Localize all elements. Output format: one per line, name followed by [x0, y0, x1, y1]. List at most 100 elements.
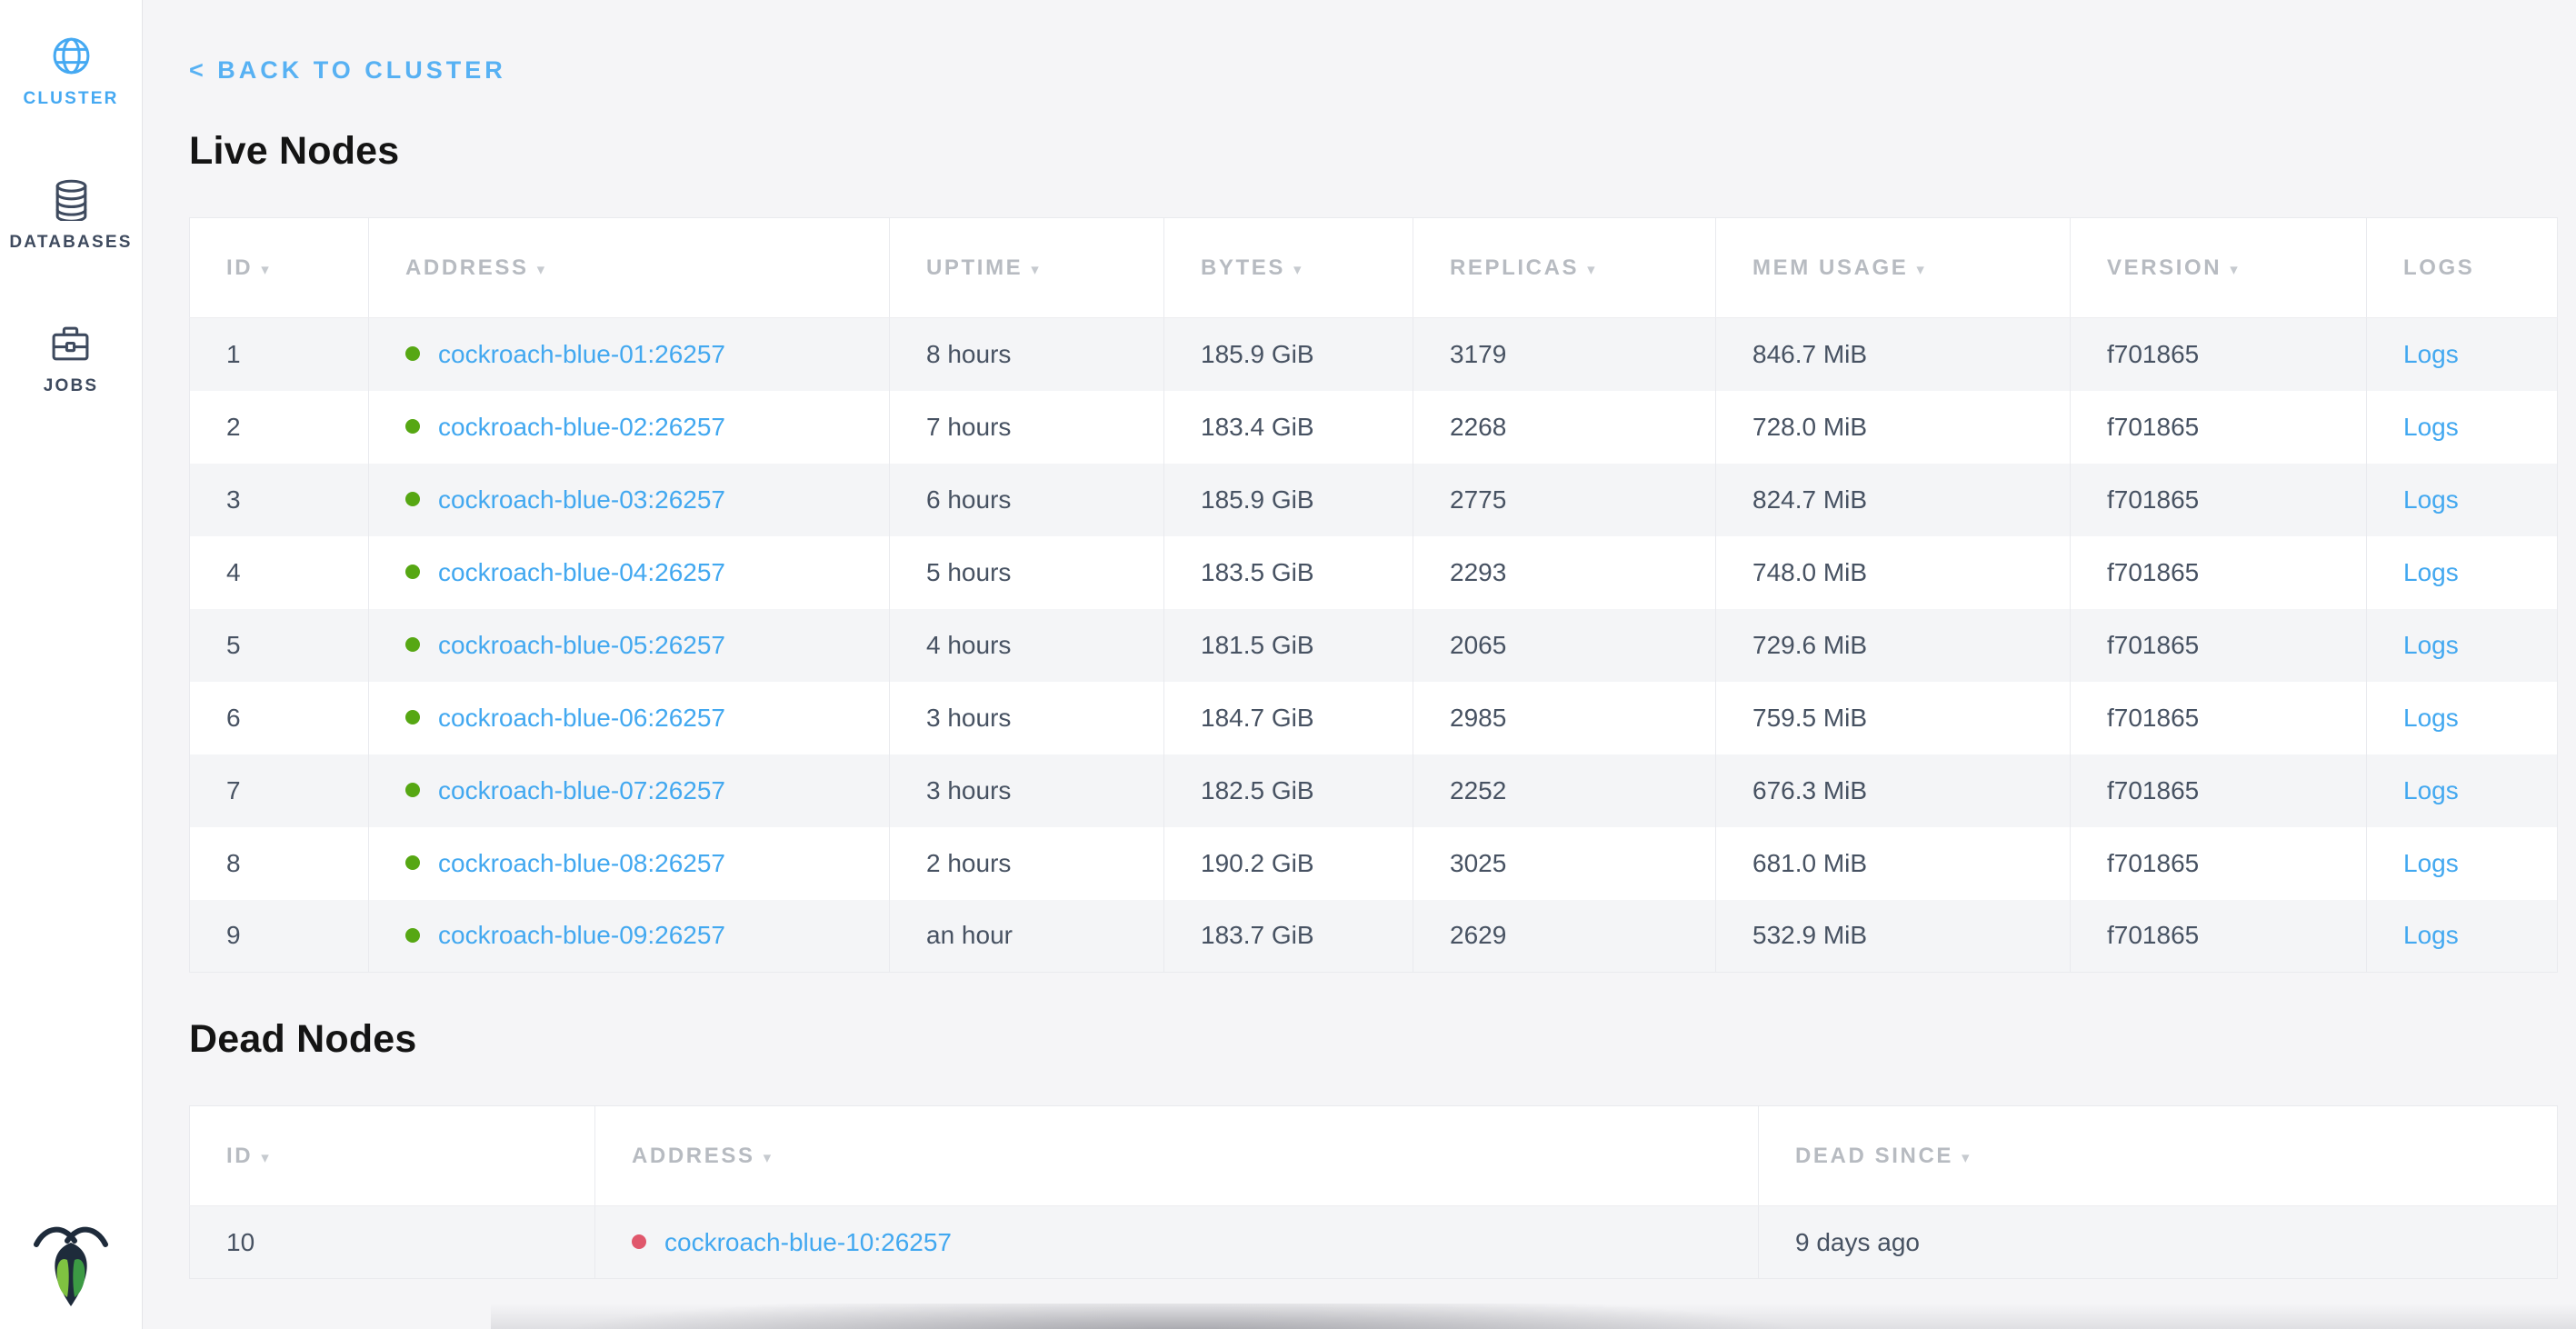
node-address-link[interactable]: cockroach-blue-09:26257 — [438, 921, 725, 949]
sidebar-item-databases[interactable]: DATABASES — [9, 178, 132, 253]
sidebar-item-jobs[interactable]: JOBS — [44, 322, 99, 396]
node-address-cell: cockroach-blue-09:26257 — [369, 900, 890, 973]
node-address-link[interactable]: cockroach-blue-02:26257 — [438, 413, 725, 441]
column-header-replicas[interactable]: REPLICAS▾ — [1413, 218, 1716, 318]
sort-arrow-icon: ▾ — [1962, 1149, 1972, 1166]
column-header-bytes[interactable]: BYTES▾ — [1164, 218, 1413, 318]
logs-link[interactable]: Logs — [2403, 485, 2459, 514]
page-bottom-shadow — [491, 1304, 2576, 1329]
dead-status-dot-icon — [632, 1234, 646, 1249]
live-node-row: 9 cockroach-blue-09:26257 an hour 183.7 … — [190, 900, 2558, 973]
column-label: VERSION — [2107, 255, 2222, 280]
dead-node-row: 10 cockroach-blue-10:26257 9 days ago — [190, 1206, 2558, 1279]
node-bytes-cell: 182.5 GiB — [1164, 754, 1413, 827]
node-replicas-cell: 2775 — [1413, 464, 1716, 536]
live-status-dot-icon — [405, 783, 420, 797]
live-status-dot-icon — [405, 565, 420, 579]
node-logs-cell: Logs — [2367, 391, 2558, 464]
sidebar-item-cluster[interactable]: CLUSTER — [23, 35, 118, 109]
node-id-cell: 3 — [190, 464, 369, 536]
node-version-cell: f701865 — [2071, 536, 2367, 609]
sidebar-item-label: JOBS — [44, 376, 99, 396]
logs-link[interactable]: Logs — [2403, 704, 2459, 732]
live-nodes-table: ID▾ ADDRESS▾ UPTIME▾ BYTES▾ REPLICAS▾ ME… — [189, 217, 2558, 973]
node-address-cell: cockroach-blue-02:26257 — [369, 391, 890, 464]
node-address-link[interactable]: cockroach-blue-08:26257 — [438, 849, 725, 877]
logs-link[interactable]: Logs — [2403, 340, 2459, 368]
node-uptime-cell: 7 hours — [890, 391, 1164, 464]
node-bytes-cell: 185.9 GiB — [1164, 318, 1413, 391]
sidebar-item-label: CLUSTER — [23, 89, 118, 109]
column-header-dead-since[interactable]: DEAD SINCE▾ — [1759, 1106, 2558, 1206]
column-header-version[interactable]: VERSION▾ — [2071, 218, 2367, 318]
live-nodes-title: Live Nodes — [189, 129, 2557, 174]
node-bytes-cell: 183.4 GiB — [1164, 391, 1413, 464]
node-id-cell: 5 — [190, 609, 369, 682]
node-mem-usage-cell: 681.0 MiB — [1716, 827, 2071, 900]
dead-nodes-table: ID▾ ADDRESS▾ DEAD SINCE▾ 10 cockroach-bl… — [189, 1105, 2558, 1279]
node-address-link[interactable]: cockroach-blue-06:26257 — [438, 704, 725, 732]
logs-link[interactable]: Logs — [2403, 849, 2459, 877]
node-mem-usage-cell: 846.7 MiB — [1716, 318, 2071, 391]
node-replicas-cell: 3025 — [1413, 827, 1716, 900]
node-replicas-cell: 2268 — [1413, 391, 1716, 464]
column-header-uptime[interactable]: UPTIME▾ — [890, 218, 1164, 318]
node-logs-cell: Logs — [2367, 609, 2558, 682]
main-content: < BACK TO CLUSTER Live Nodes ID▾ ADDRESS… — [189, 0, 2557, 1279]
node-uptime-cell: 6 hours — [890, 464, 1164, 536]
live-node-row: 8 cockroach-blue-08:26257 2 hours 190.2 … — [190, 827, 2558, 900]
node-logs-cell: Logs — [2367, 682, 2558, 754]
column-label: UPTIME — [926, 255, 1023, 280]
live-nodes-header-row: ID▾ ADDRESS▾ UPTIME▾ BYTES▾ REPLICAS▾ ME… — [190, 218, 2558, 318]
node-uptime-cell: 8 hours — [890, 318, 1164, 391]
column-header-mem-usage[interactable]: MEM USAGE▾ — [1716, 218, 2071, 318]
column-label: MEM USAGE — [1752, 255, 1908, 280]
logs-link[interactable]: Logs — [2403, 776, 2459, 804]
column-header-address[interactable]: ADDRESS▾ — [369, 218, 890, 318]
live-status-dot-icon — [405, 637, 420, 652]
node-address-link[interactable]: cockroach-blue-01:26257 — [438, 340, 725, 368]
node-id-cell: 7 — [190, 754, 369, 827]
sort-arrow-icon: ▾ — [1293, 261, 1303, 278]
node-address-cell: cockroach-blue-10:26257 — [595, 1206, 1759, 1279]
sidebar: CLUSTER DATABASES JOBS — [0, 0, 143, 1329]
live-status-dot-icon — [405, 419, 420, 434]
node-version-cell: f701865 — [2071, 609, 2367, 682]
node-address-link[interactable]: cockroach-blue-05:26257 — [438, 631, 725, 659]
column-header-id[interactable]: ID ▾ — [190, 218, 369, 318]
logs-link[interactable]: Logs — [2403, 413, 2459, 441]
column-header-id[interactable]: ID▾ — [190, 1106, 595, 1206]
node-address-link[interactable]: cockroach-blue-04:26257 — [438, 558, 725, 586]
node-version-cell: f701865 — [2071, 900, 2367, 973]
node-address-cell: cockroach-blue-01:26257 — [369, 318, 890, 391]
node-mem-usage-cell: 759.5 MiB — [1716, 682, 2071, 754]
column-header-logs: LOGS — [2367, 218, 2558, 318]
logs-link[interactable]: Logs — [2403, 921, 2459, 949]
node-logs-cell: Logs — [2367, 464, 2558, 536]
node-address-link[interactable]: cockroach-blue-07:26257 — [438, 776, 725, 804]
node-logs-cell: Logs — [2367, 318, 2558, 391]
node-logs-cell: Logs — [2367, 900, 2558, 973]
node-uptime-cell: 4 hours — [890, 609, 1164, 682]
node-id-cell: 10 — [190, 1206, 595, 1279]
column-header-address[interactable]: ADDRESS▾ — [595, 1106, 1759, 1206]
back-to-cluster-link[interactable]: < BACK TO CLUSTER — [189, 56, 506, 85]
node-id-cell: 8 — [190, 827, 369, 900]
logs-link[interactable]: Logs — [2403, 558, 2459, 586]
live-node-row: 1 cockroach-blue-01:26257 8 hours 185.9 … — [190, 318, 2558, 391]
node-address-link[interactable]: cockroach-blue-10:26257 — [664, 1228, 952, 1256]
live-node-row: 6 cockroach-blue-06:26257 3 hours 184.7 … — [190, 682, 2558, 754]
node-id-cell: 2 — [190, 391, 369, 464]
node-version-cell: f701865 — [2071, 827, 2367, 900]
column-label: ADDRESS — [405, 255, 529, 280]
dead-nodes-title: Dead Nodes — [189, 1017, 2557, 1062]
node-mem-usage-cell: 824.7 MiB — [1716, 464, 2071, 536]
sort-arrow-icon: ▾ — [261, 261, 271, 278]
node-mem-usage-cell: 728.0 MiB — [1716, 391, 2071, 464]
logs-link[interactable]: Logs — [2403, 631, 2459, 659]
live-status-dot-icon — [405, 855, 420, 870]
node-address-link[interactable]: cockroach-blue-03:26257 — [438, 485, 725, 514]
node-replicas-cell: 2293 — [1413, 536, 1716, 609]
node-mem-usage-cell: 729.6 MiB — [1716, 609, 2071, 682]
column-label: ID — [226, 255, 253, 280]
